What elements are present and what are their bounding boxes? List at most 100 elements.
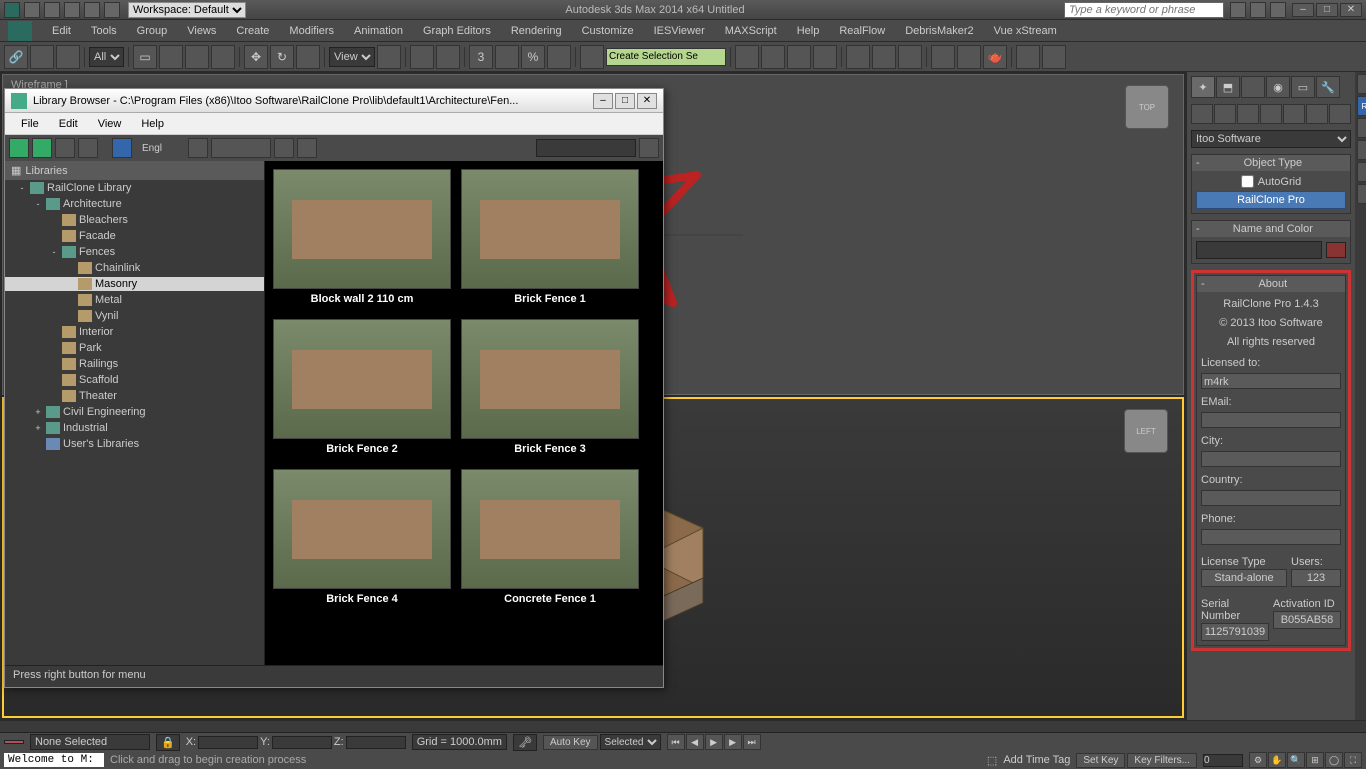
rollout-header[interactable]: -About [1197, 276, 1345, 292]
orbit-icon[interactable]: ◯ [1325, 752, 1343, 768]
goto-start-icon[interactable]: ⏮ [667, 734, 685, 750]
display-tab-icon[interactable]: ▭ [1291, 76, 1315, 98]
viewcube-top-icon[interactable]: TOP [1125, 85, 1169, 129]
sidebar-icon[interactable] [1357, 118, 1366, 138]
back-icon[interactable] [9, 138, 29, 158]
snap-3d-icon[interactable]: 3 [469, 45, 493, 69]
z-coord-input[interactable] [346, 736, 406, 749]
undo-icon[interactable] [84, 2, 100, 18]
tree-item-scaffold[interactable]: Scaffold [5, 373, 264, 387]
time-config-icon[interactable]: ⚙ [1249, 752, 1267, 768]
license-type-button[interactable]: Stand-alone [1201, 569, 1287, 587]
pan-icon[interactable]: ✋ [1268, 752, 1286, 768]
hierarchy-tab-icon[interactable] [1241, 76, 1265, 98]
render-icon[interactable]: 🫖 [983, 45, 1007, 69]
options-icon[interactable] [297, 138, 317, 158]
plugin-icon-1[interactable] [1016, 45, 1040, 69]
rollout-header[interactable]: -Object Type [1192, 155, 1350, 171]
tree-item-civil-engineering[interactable]: +Civil Engineering [5, 405, 264, 419]
menu-help[interactable]: Help [787, 23, 830, 39]
app-menu-icon[interactable] [4, 2, 20, 18]
menu-customize[interactable]: Customize [572, 23, 644, 39]
filter-input[interactable] [536, 139, 636, 157]
menu-vue-xstream[interactable]: Vue xStream [984, 23, 1067, 39]
viewcube-persp-icon[interactable]: LEFT [1124, 409, 1168, 453]
thumbnail-concrete-fence-1[interactable]: Concrete Fence 1 [461, 469, 639, 609]
geometry-subtab-icon[interactable] [1191, 104, 1213, 124]
category-dropdown[interactable]: Itoo Software [1191, 130, 1351, 148]
systems-subtab-icon[interactable] [1329, 104, 1351, 124]
helpers-subtab-icon[interactable] [1283, 104, 1305, 124]
menu-maxscript[interactable]: MAXScript [715, 23, 787, 39]
add-time-tag[interactable]: Add Time Tag [1003, 754, 1070, 766]
y-coord-input[interactable] [272, 736, 332, 749]
open-icon[interactable] [44, 2, 60, 18]
tree-item-railings[interactable]: Railings [5, 357, 264, 371]
tree-item-interior[interactable]: Interior [5, 325, 264, 339]
tree-item-park[interactable]: Park [5, 341, 264, 355]
create-tab-icon[interactable]: ✦ [1191, 76, 1215, 98]
new-icon[interactable] [24, 2, 40, 18]
railclone-pro-button[interactable]: RailClone Pro [1196, 191, 1346, 209]
lb-menu-edit[interactable]: Edit [49, 116, 88, 132]
forward-icon[interactable] [32, 138, 52, 158]
tree-item-user-s-libraries[interactable]: User's Libraries [5, 437, 264, 451]
curve-editor-icon[interactable] [846, 45, 870, 69]
move-icon[interactable]: ✥ [244, 45, 268, 69]
menu-animation[interactable]: Animation [344, 23, 413, 39]
help-search-input[interactable] [1064, 2, 1224, 18]
layers-icon[interactable] [787, 45, 811, 69]
max-viewport-icon[interactable]: ⛶ [1344, 752, 1362, 768]
ref-coord-dropdown[interactable]: View [329, 47, 375, 67]
serial-button[interactable]: 1125791039 [1201, 623, 1269, 641]
zoom-icon[interactable]: 🔍 [1287, 752, 1305, 768]
spinner-snap-icon[interactable] [547, 45, 571, 69]
modify-tab-icon[interactable]: ⬒ [1216, 76, 1240, 98]
timeline-slider[interactable] [0, 721, 1366, 733]
lock-selection-icon[interactable]: 🔒 [156, 734, 180, 751]
bind-icon[interactable] [56, 45, 80, 69]
redo-icon[interactable] [104, 2, 120, 18]
close-button[interactable]: ✕ [1340, 3, 1362, 17]
frame-input[interactable] [1203, 754, 1243, 767]
dialog-minimize-button[interactable]: – [593, 93, 613, 109]
up-icon[interactable] [55, 138, 75, 158]
goto-end-icon[interactable]: ⏭ [743, 734, 761, 750]
workspace-selector[interactable]: Workspace: Default [128, 2, 246, 18]
thumbnail-brick-fence-3[interactable]: Brick Fence 3 [461, 319, 639, 459]
select-icon[interactable]: ▭ [133, 45, 157, 69]
layer-explorer-icon[interactable] [813, 45, 837, 69]
link-icon[interactable]: 🔗 [4, 45, 28, 69]
zoom-slider-icon[interactable] [211, 138, 271, 158]
menu-debrismaker2[interactable]: DebrisMaker2 [895, 23, 983, 39]
autogrid-checkbox[interactable]: AutoGrid [1196, 175, 1346, 188]
help-icon[interactable] [1270, 2, 1286, 18]
rb-sidebar-icon[interactable]: RB [1357, 96, 1366, 116]
menu-modifiers[interactable]: Modifiers [279, 23, 344, 39]
manipulate-icon[interactable] [410, 45, 434, 69]
zoom-in-icon[interactable] [274, 138, 294, 158]
maximize-button[interactable]: □ [1316, 3, 1338, 17]
next-frame-icon[interactable]: ▶ [724, 734, 742, 750]
menu-iesviewer[interactable]: IESViewer [644, 23, 715, 39]
import-icon[interactable] [112, 138, 132, 158]
tree-item-bleachers[interactable]: Bleachers [5, 213, 264, 227]
pivot-icon[interactable] [377, 45, 401, 69]
cameras-subtab-icon[interactable] [1260, 104, 1282, 124]
minimize-button[interactable]: – [1292, 3, 1314, 17]
sidebar-icon[interactable] [1357, 162, 1366, 182]
tree-item-fences[interactable]: -Fences [5, 245, 264, 259]
menu-realflow[interactable]: RealFlow [829, 23, 895, 39]
sidebar-icon[interactable] [1357, 140, 1366, 160]
prev-frame-icon[interactable]: ◀ [686, 734, 704, 750]
activation-button[interactable]: B055AB58 [1273, 611, 1341, 629]
rollout-header[interactable]: -Name and Color [1192, 221, 1350, 237]
tree-header[interactable]: ▦ Libraries [5, 161, 264, 180]
setkey-button[interactable]: Set Key [1076, 753, 1125, 768]
zoom-all-icon[interactable]: ⊞ [1306, 752, 1324, 768]
lights-subtab-icon[interactable] [1237, 104, 1259, 124]
tree-item-metal[interactable]: Metal [5, 293, 264, 307]
app-logo-icon[interactable] [8, 21, 32, 41]
tree-item-vynil[interactable]: Vynil [5, 309, 264, 323]
render-setup-icon[interactable] [931, 45, 955, 69]
